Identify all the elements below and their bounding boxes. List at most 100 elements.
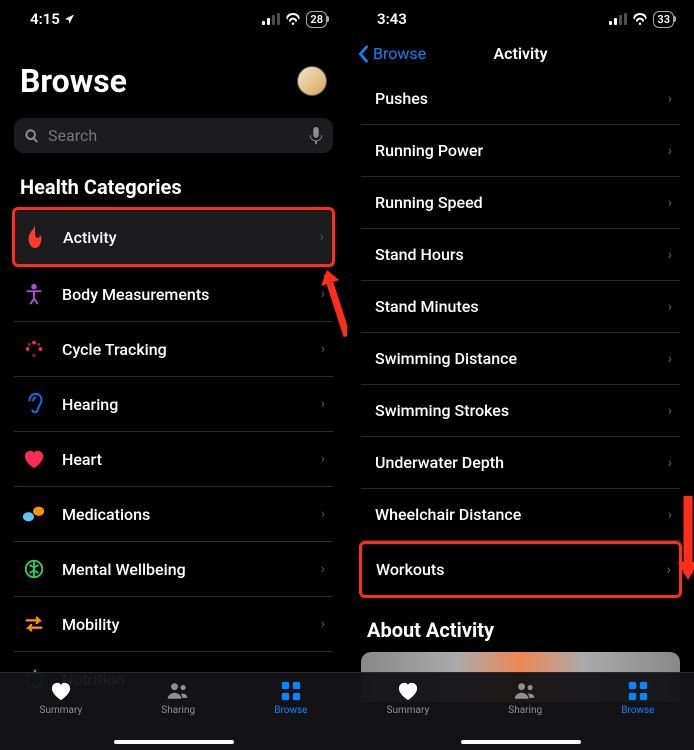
heart-icon (49, 679, 73, 703)
tab-summary[interactable]: Summary (387, 679, 430, 750)
home-indicator[interactable] (461, 740, 581, 744)
status-bar: 4:15 28 (0, 0, 347, 34)
home-indicator[interactable] (114, 740, 234, 744)
tab-label: Sharing (508, 705, 542, 716)
grid-icon (626, 679, 650, 703)
chevron-right-icon: › (668, 507, 672, 523)
chevron-right-icon: › (321, 341, 325, 357)
activity-label: Stand Hours (375, 245, 464, 264)
body-icon (20, 280, 48, 308)
status-time: 4:15 (30, 10, 60, 28)
chevron-right-icon: › (668, 351, 672, 367)
status-time: 3:43 (377, 10, 407, 28)
activity-workouts[interactable]: Workouts › (359, 541, 682, 598)
category-mobility[interactable]: Mobility › (14, 597, 333, 652)
activity-label: Workouts (376, 560, 444, 579)
category-label: Mobility (62, 615, 307, 634)
people-icon (513, 679, 537, 703)
heart-icon (20, 445, 48, 473)
tab-label: Browse (274, 705, 307, 716)
wifi-icon (632, 13, 648, 25)
category-cycle-tracking[interactable]: Cycle Tracking › (14, 322, 333, 377)
tab-browse[interactable]: Browse (274, 679, 307, 750)
category-label: Heart (62, 450, 307, 469)
activity-stand-minutes[interactable]: Stand Minutes › (361, 281, 680, 333)
pills-icon (20, 500, 48, 528)
activity-pushes[interactable]: Pushes › (361, 73, 680, 125)
mobility-icon (20, 610, 48, 638)
back-label: Browse (373, 44, 426, 63)
category-label: Mental Wellbeing (62, 560, 307, 579)
chevron-right-icon: › (668, 455, 672, 471)
tab-bar: Summary Sharing Browse (347, 672, 694, 750)
grid-icon (279, 679, 303, 703)
activity-label: Wheelchair Distance (375, 505, 521, 524)
activity-label: Running Power (375, 141, 483, 160)
flame-icon (21, 223, 49, 251)
activity-running-speed[interactable]: Running Speed › (361, 177, 680, 229)
screen-activity: 3:43 33 Browse Activity Pushes › Running… (347, 0, 694, 750)
tab-label: Summary (40, 705, 83, 716)
activity-label: Swimming Distance (375, 349, 517, 368)
chevron-right-icon: › (320, 229, 324, 245)
battery-indicator: 33 (653, 11, 674, 28)
category-heart[interactable]: Heart › (14, 432, 333, 487)
ear-icon (20, 390, 48, 418)
screen-browse: 4:15 28 Browse Health Categories Activit… (0, 0, 347, 750)
back-button[interactable]: Browse (357, 44, 426, 63)
page-title: Browse (20, 62, 127, 100)
category-label: Medications (62, 505, 307, 524)
brain-icon (20, 555, 48, 583)
heart-icon (396, 679, 420, 703)
tab-browse[interactable]: Browse (621, 679, 654, 750)
activity-underwater-depth[interactable]: Underwater Depth › (361, 437, 680, 489)
search-bar[interactable] (14, 118, 333, 153)
activity-stand-hours[interactable]: Stand Hours › (361, 229, 680, 281)
activity-label: Swimming Strokes (375, 401, 509, 420)
tab-bar: Summary Sharing Browse (0, 672, 347, 750)
chevron-right-icon: › (668, 195, 672, 211)
signal-icon (609, 13, 627, 25)
category-body-measurements[interactable]: Body Measurements › (14, 267, 333, 322)
chevron-right-icon: › (668, 299, 672, 315)
activity-list: Pushes › Running Power › Running Speed ›… (347, 73, 694, 598)
chevron-right-icon: › (321, 286, 325, 302)
tab-label: Sharing (161, 705, 195, 716)
category-label: Body Measurements (62, 285, 307, 304)
battery-indicator: 28 (306, 11, 327, 28)
tab-summary[interactable]: Summary (40, 679, 83, 750)
chevron-right-icon: › (321, 451, 325, 467)
mic-icon[interactable] (309, 127, 323, 145)
chevron-right-icon: › (667, 562, 671, 578)
activity-label: Underwater Depth (375, 453, 504, 472)
chevron-right-icon: › (668, 91, 672, 107)
tab-label: Summary (387, 705, 430, 716)
chevron-right-icon: › (321, 616, 325, 632)
about-section-title: About Activity (347, 598, 694, 652)
signal-icon (262, 13, 280, 25)
activity-swimming-distance[interactable]: Swimming Distance › (361, 333, 680, 385)
activity-running-power[interactable]: Running Power › (361, 125, 680, 177)
chevron-right-icon: › (668, 247, 672, 263)
category-list: Activity › Body Measurements › Cycle Tra… (0, 207, 347, 707)
category-mental-wellbeing[interactable]: Mental Wellbeing › (14, 542, 333, 597)
avatar[interactable] (297, 66, 327, 96)
category-label: Hearing (62, 395, 307, 414)
activity-wheelchair-distance[interactable]: Wheelchair Distance › (361, 489, 680, 541)
activity-swimming-strokes[interactable]: Swimming Strokes › (361, 385, 680, 437)
category-activity[interactable]: Activity › (12, 207, 335, 267)
section-title: Health Categories (0, 163, 347, 207)
category-hearing[interactable]: Hearing › (14, 377, 333, 432)
nav-header: Browse Activity (347, 34, 694, 73)
tab-label: Browse (621, 705, 654, 716)
chevron-right-icon: › (321, 506, 325, 522)
nav-title: Activity (493, 44, 547, 63)
activity-label: Running Speed (375, 193, 483, 212)
wifi-icon (285, 13, 301, 25)
people-icon (166, 679, 190, 703)
cycle-icon (20, 335, 48, 363)
chevron-left-icon (357, 45, 369, 63)
search-input[interactable] (48, 126, 301, 145)
category-medications[interactable]: Medications › (14, 487, 333, 542)
category-label: Activity (63, 228, 306, 247)
